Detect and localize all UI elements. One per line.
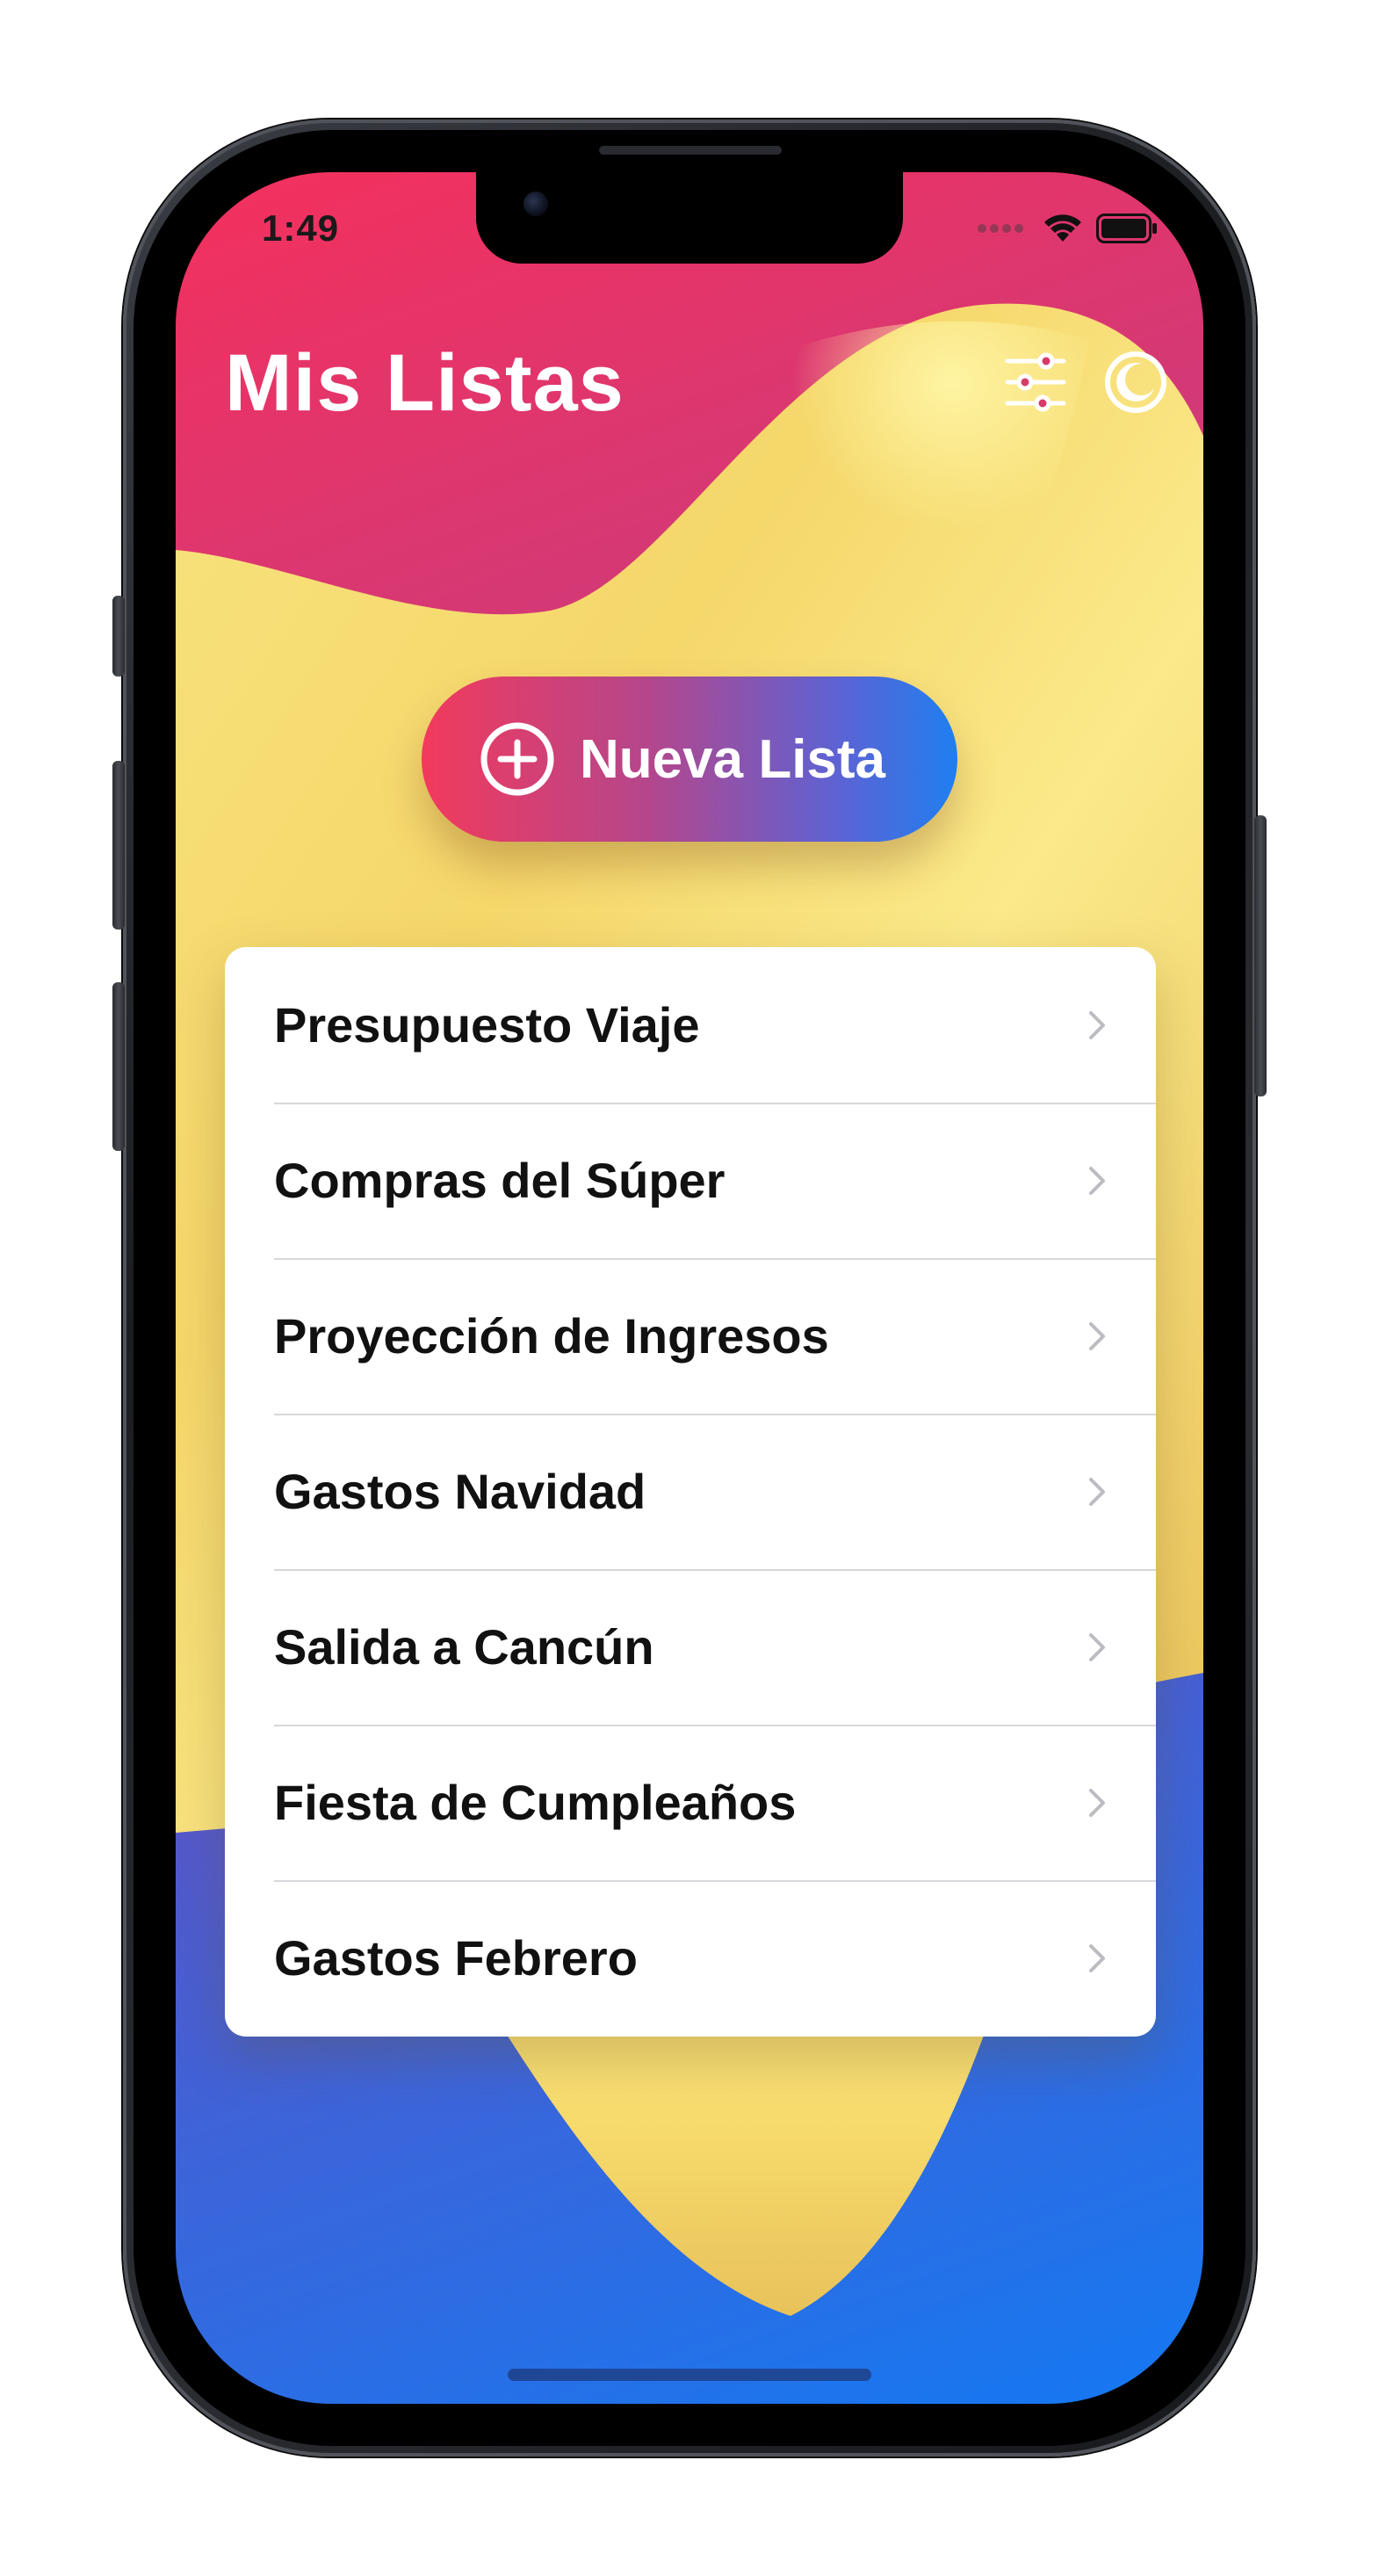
plus-circle-icon — [478, 720, 557, 799]
signal-icon — [978, 224, 1023, 233]
list-item[interactable]: Compras del Súper — [225, 1103, 1156, 1258]
chevron-right-icon — [1089, 1632, 1105, 1661]
list-item-label: Salida a Cancún — [274, 1619, 654, 1675]
sliders-icon — [1005, 352, 1066, 412]
earpiece-speaker — [599, 146, 782, 155]
volume-down-button — [112, 982, 125, 1151]
front-camera — [523, 192, 548, 216]
theme-toggle-button[interactable] — [1101, 348, 1170, 416]
chevron-right-icon — [1089, 1788, 1105, 1817]
lists-card: Presupuesto Viaje Compras del Súper Proy… — [225, 947, 1156, 2037]
list-item-label: Presupuesto Viaje — [274, 997, 700, 1053]
list-item[interactable]: Proyección de Ingresos — [225, 1258, 1156, 1414]
list-item-label: Proyección de Ingresos — [274, 1308, 829, 1364]
new-list-button[interactable]: Nueva Lista — [422, 677, 957, 842]
moon-icon — [1105, 351, 1166, 413]
status-indicators — [977, 211, 1158, 246]
notch — [476, 172, 903, 264]
new-list-label: Nueva Lista — [580, 728, 886, 790]
mute-switch — [112, 596, 125, 677]
list-item-label: Gastos Febrero — [274, 1930, 638, 1986]
power-button — [1254, 815, 1267, 1096]
status-time: 1:49 — [262, 207, 340, 249]
list-item-label: Fiesta de Cumpleaños — [274, 1775, 797, 1830]
list-item-label: Compras del Súper — [274, 1153, 726, 1208]
chevron-right-icon — [1089, 1321, 1105, 1350]
volume-up-button — [112, 761, 125, 930]
chevron-right-icon — [1089, 1010, 1105, 1039]
list-item[interactable]: Presupuesto Viaje — [225, 947, 1156, 1103]
chevron-right-icon — [1089, 1477, 1105, 1506]
wifi-icon — [1044, 214, 1081, 242]
list-item[interactable]: Salida a Cancún — [225, 1569, 1156, 1725]
chevron-right-icon — [1089, 1166, 1105, 1195]
home-indicator[interactable] — [508, 2369, 871, 2381]
battery-icon — [1096, 213, 1157, 243]
list-item[interactable]: Gastos Navidad — [225, 1414, 1156, 1569]
app-screen: 1:49 Mis Listas Nueva Lista Presupuesto … — [176, 172, 1203, 2404]
page-title: Mis Listas — [225, 338, 625, 428]
filter-button[interactable] — [1001, 348, 1070, 416]
list-item-label: Gastos Navidad — [274, 1464, 646, 1519]
list-item[interactable]: Fiesta de Cumpleaños — [225, 1725, 1156, 1880]
chevron-right-icon — [1089, 1943, 1105, 1972]
list-item[interactable]: Gastos Febrero — [225, 1880, 1156, 2036]
